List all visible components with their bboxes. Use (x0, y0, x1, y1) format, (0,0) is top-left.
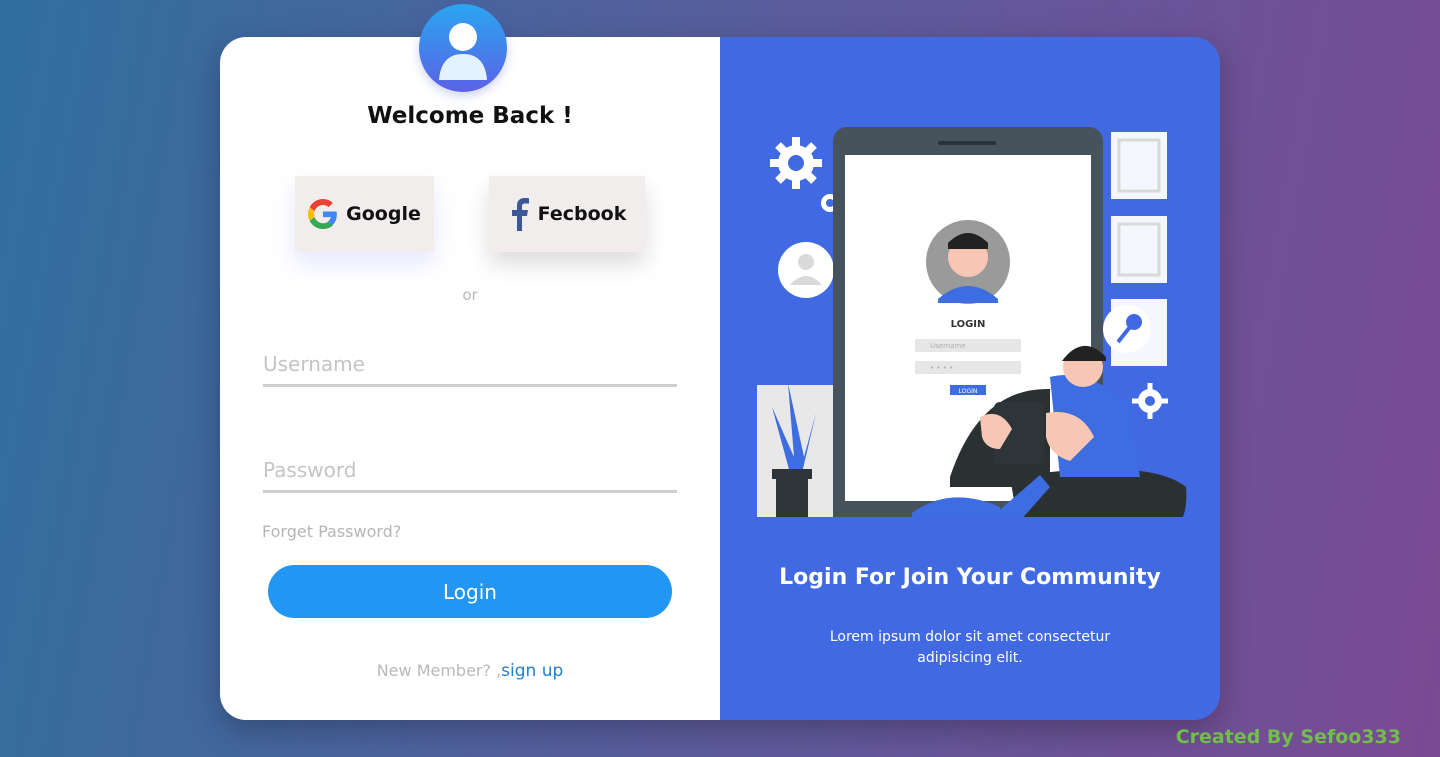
welcome-title: Welcome Back ! (367, 103, 573, 129)
signup-prompt: New Member? ,sign up (220, 661, 720, 681)
user-avatar-icon (439, 23, 487, 80)
gear-icon (770, 137, 822, 189)
google-login-button[interactable]: Google (295, 176, 434, 252)
login-form-panel: Welcome Back ! Google Fecbook or Forget … (220, 37, 720, 720)
or-divider: or (462, 286, 478, 304)
facebook-login-button[interactable]: Fecbook (489, 176, 645, 252)
community-description: Lorem ipsum dolor sit amet consectetur a… (829, 629, 1111, 666)
facebook-label: Fecbook (537, 203, 627, 225)
signup-link[interactable]: sign up (501, 661, 563, 681)
forgot-password-link[interactable]: Forget Password? (262, 522, 401, 541)
facebook-icon (511, 198, 529, 231)
user-avatar (419, 4, 507, 92)
login-button[interactable]: Login (268, 565, 672, 618)
illustration-password: • • • • (930, 364, 953, 372)
illustration-username: Username (930, 342, 966, 350)
google-label: Google (346, 203, 421, 225)
avatar-bubble (778, 242, 834, 298)
right-gear-icon (1132, 383, 1168, 419)
illustration-login-button: LOGIN (959, 388, 978, 395)
community-title: Login For Join Your Community (779, 565, 1161, 590)
credit-text: Created By Sefoo333 (1175, 726, 1401, 748)
new-member-text: New Member? , (376, 661, 502, 680)
login-card: Welcome Back ! Google Fecbook or Forget … (220, 37, 1220, 720)
illustration-login-label: LOGIN (951, 319, 986, 330)
username-input[interactable] (263, 344, 677, 387)
google-icon (308, 199, 337, 229)
password-input[interactable] (263, 450, 677, 493)
community-panel: LOGIN Username • • • • LOGIN Login For J… (720, 37, 1220, 720)
login-illustration: LOGIN Username • • • • LOGIN (757, 127, 1187, 517)
